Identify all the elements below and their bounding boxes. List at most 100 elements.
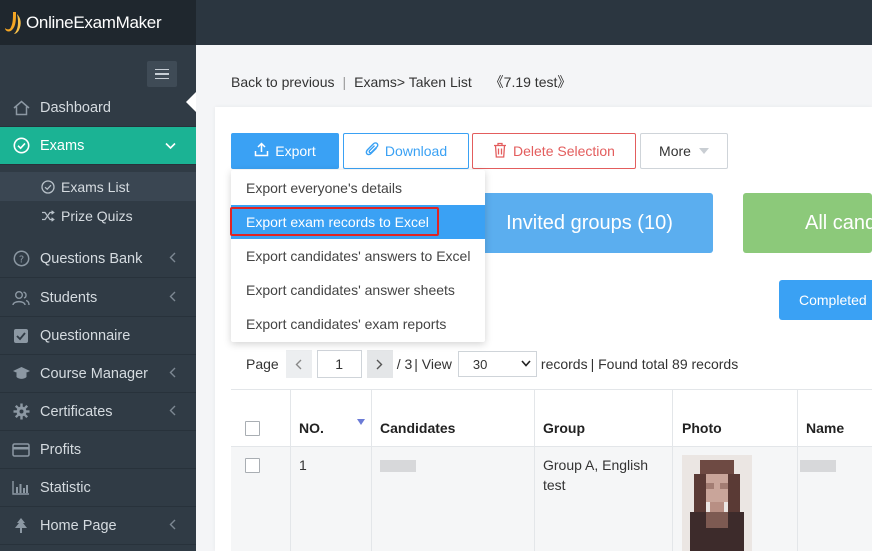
sidebar-item-label: Dashboard — [40, 99, 111, 116]
sidebar-item-questions-bank[interactable]: ? Questions Bank — [0, 240, 196, 278]
menu-toggle-button[interactable] — [147, 61, 177, 87]
chevron-down-icon — [521, 359, 531, 370]
table-header — [231, 389, 872, 447]
sidebar-item-label: Home Page — [40, 517, 117, 534]
completed-filter-button[interactable]: Completed — [779, 280, 872, 320]
check-circle-icon — [11, 136, 31, 156]
tree-icon — [11, 516, 31, 536]
shuffle-icon — [40, 209, 55, 222]
breadcrumb-path[interactable]: Exams> Taken List — [354, 74, 472, 90]
sidebar-item-exams[interactable]: Exams — [0, 127, 196, 165]
column-divider — [290, 389, 291, 551]
home-icon — [11, 98, 31, 118]
row-number: 1 — [299, 457, 307, 473]
sidebar-item-dashboard[interactable]: Dashboard — [0, 89, 196, 127]
page-number-input[interactable]: 1 — [316, 350, 362, 378]
row-group: Group A, English test — [543, 457, 649, 493]
sidebar-item-students[interactable]: Students — [0, 279, 196, 317]
per-page-value: 30 — [472, 356, 488, 372]
column-divider — [672, 389, 673, 551]
trash-icon — [493, 142, 507, 161]
paperclip-icon — [365, 141, 379, 161]
column-divider — [797, 389, 798, 551]
sidebar-item-course-manager[interactable]: Course Manager — [0, 355, 196, 393]
invited-groups-label: Invited groups (10) — [506, 211, 673, 234]
sidebar-subitem-label: Exams List — [61, 178, 130, 195]
chevron-left-icon — [169, 405, 176, 419]
found-total: | Found total 89 records — [590, 356, 739, 372]
column-header-photo: Photo — [682, 420, 722, 436]
column-header-name: Name — [806, 420, 845, 436]
caret-down-icon — [698, 148, 709, 154]
sidebar-item-home-page[interactable]: Home Page — [0, 507, 196, 545]
logo-mark-icon — [5, 11, 21, 34]
back-link[interactable]: Back to previous — [231, 74, 335, 90]
sidebar-item-label: Course Manager — [40, 365, 148, 382]
download-button-label: Download — [384, 143, 448, 159]
question-circle-icon: ? — [11, 249, 31, 269]
candidate-photo-pixelated — [682, 455, 752, 551]
chevron-down-icon — [165, 139, 176, 153]
column-header-group: Group — [543, 420, 585, 436]
per-page-select[interactable]: 30 — [457, 351, 537, 377]
export-button-label: Export — [275, 143, 316, 159]
svg-text:?: ? — [18, 254, 23, 265]
prev-page-button[interactable] — [285, 350, 312, 378]
upload-icon — [254, 142, 269, 160]
sidebar-item-label: Statistic — [40, 479, 91, 496]
column-divider — [534, 389, 535, 551]
export-button[interactable]: Export — [231, 133, 339, 169]
delete-selection-label: Delete Selection — [513, 143, 615, 159]
sidebar-subitem-exams-list[interactable]: Exams List — [0, 172, 196, 201]
sidebar-subitem-label: Prize Quizs — [61, 207, 133, 224]
bar-chart-icon — [11, 478, 31, 498]
chevron-left-icon — [169, 252, 176, 266]
name-redacted — [800, 460, 836, 472]
next-page-button[interactable] — [366, 350, 393, 378]
records-label: records — [540, 356, 588, 372]
menu-item-export-exam-reports[interactable]: Export candidates' exam reports — [231, 307, 485, 341]
brand-logo[interactable]: OnlineExamMaker — [0, 0, 196, 45]
sidebar-item-label: Exams — [40, 137, 85, 154]
checkbox-icon — [11, 326, 31, 346]
sidebar-item-label: Questions Bank — [40, 250, 143, 267]
delete-selection-button[interactable]: Delete Selection — [472, 133, 636, 169]
all-candidates-label: All cand — [805, 211, 872, 234]
sidebar-subitem-prize-quizs[interactable]: Prize Quizs — [0, 201, 196, 230]
sidebar-item-certificates[interactable]: Certificates — [0, 393, 196, 431]
credit-card-icon — [11, 440, 31, 460]
page-label: Page — [246, 356, 279, 372]
chevron-left-icon — [295, 359, 302, 369]
sidebar-item-label: Certificates — [40, 403, 113, 420]
check-circle-icon — [40, 179, 55, 194]
chevron-left-icon — [169, 291, 176, 305]
page-total: / 3 — [396, 356, 413, 372]
menu-item-export-answer-sheets[interactable]: Export candidates' answer sheets — [231, 273, 485, 307]
sidebar-item-statistic[interactable]: Statistic — [0, 469, 196, 507]
brand-name: OnlineExamMaker — [26, 12, 162, 32]
column-header-no[interactable]: NO. — [299, 420, 324, 436]
breadcrumb: Back to previous | Exams> Taken List 《7.19… — [231, 72, 571, 92]
gear-icon — [11, 402, 31, 422]
sidebar-item-questionnaire[interactable]: Questionnaire — [0, 317, 196, 355]
users-icon — [11, 288, 31, 308]
sort-desc-icon[interactable] — [357, 419, 365, 425]
menu-item-export-answers-excel[interactable]: Export candidates' answers to Excel — [231, 239, 485, 273]
breadcrumb-separator: | — [342, 74, 347, 90]
menu-item-export-details[interactable]: Export everyone's details — [231, 171, 485, 205]
candidate-redacted — [380, 460, 416, 472]
sidebar-item-label: Students — [40, 289, 98, 306]
select-all-checkbox[interactable] — [245, 421, 260, 436]
download-button[interactable]: Download — [343, 133, 469, 169]
candidate-photo — [682, 455, 752, 551]
active-indicator — [186, 92, 196, 112]
sidebar-item-profits[interactable]: Profits — [0, 431, 196, 469]
sidebar-item-label: Questionnaire — [40, 327, 131, 344]
exam-title: 《7.19 test》 — [489, 74, 572, 90]
view-label: | View — [414, 356, 452, 372]
all-candidates-tile[interactable]: All cand — [743, 193, 872, 253]
row-checkbox[interactable] — [245, 458, 260, 473]
more-button[interactable]: More — [640, 133, 728, 169]
chevron-right-icon — [376, 359, 383, 369]
invited-groups-tile[interactable]: Invited groups (10) — [466, 193, 713, 253]
